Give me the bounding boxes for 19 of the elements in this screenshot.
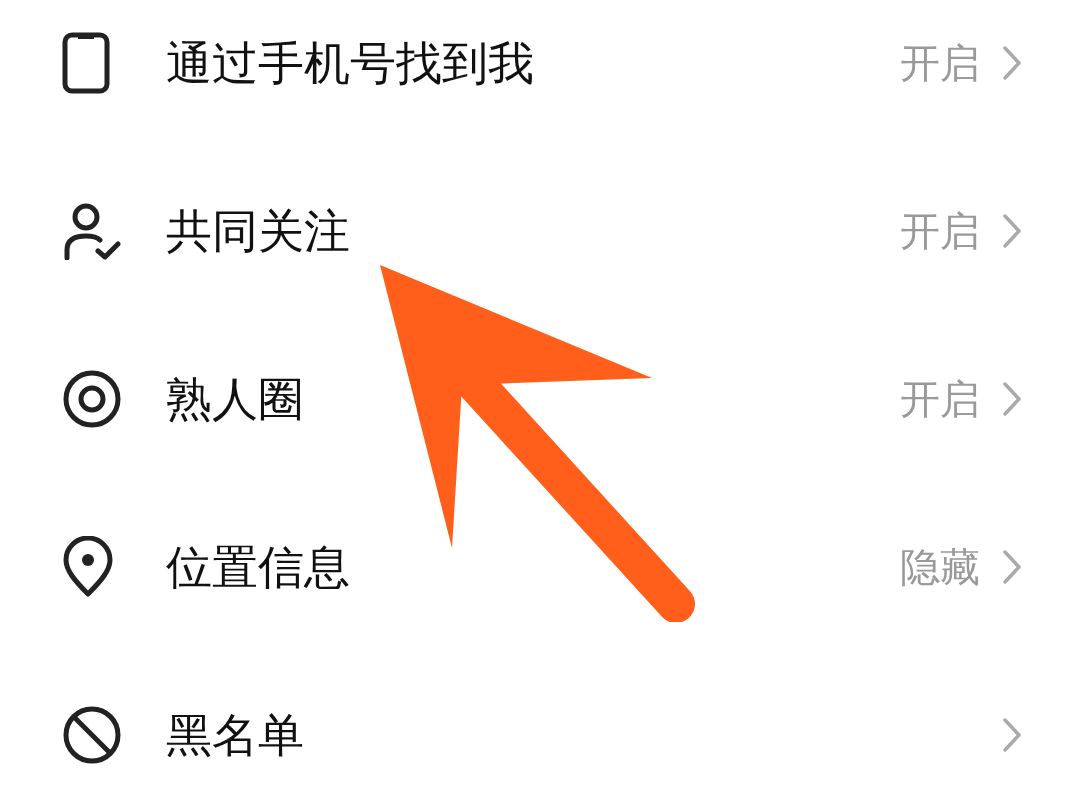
setting-value: 开启: [900, 376, 980, 423]
setting-value: 开启: [900, 208, 980, 255]
chevron-icon[interactable]: [1002, 381, 1022, 417]
setting-label: 熟人圈: [166, 371, 305, 427]
setting-label: 位置信息: [166, 539, 351, 595]
chevron-icon[interactable]: [1002, 549, 1022, 585]
block-icon: [62, 705, 122, 765]
setting-value: 隐藏: [900, 544, 980, 591]
setting-value: 开启: [900, 40, 980, 87]
target-icon: [62, 369, 122, 429]
person-check-icon: [62, 202, 122, 260]
setting-label: 黑名单: [166, 707, 305, 763]
setting-label: 共同关注: [166, 203, 351, 259]
phone-icon: [62, 32, 110, 94]
setting-label: 通过手机号找到我: [166, 35, 535, 91]
chevron-icon[interactable]: [1002, 45, 1022, 81]
chevron-icon[interactable]: [1002, 213, 1022, 249]
chevron-icon[interactable]: [1002, 717, 1022, 753]
location-pin-icon: [62, 536, 114, 598]
